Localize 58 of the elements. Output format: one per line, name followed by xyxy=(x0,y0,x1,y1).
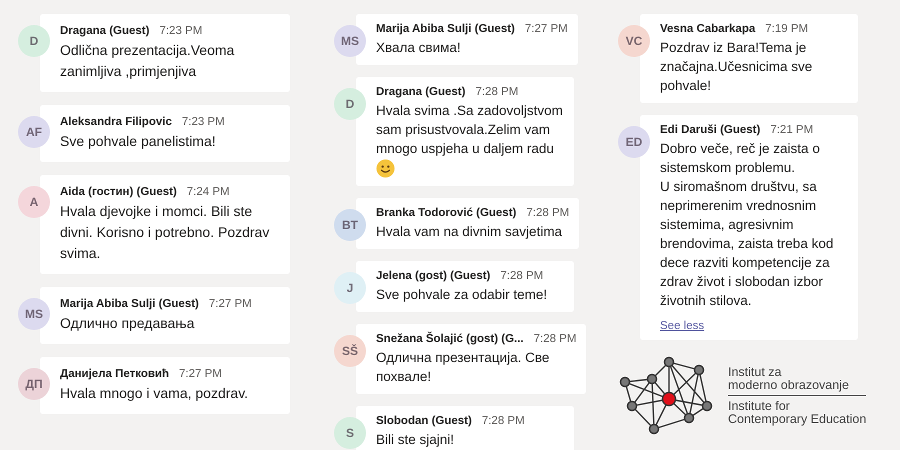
author-name: Snežana Šolajić (gost) (G... xyxy=(376,333,524,345)
message-text: Hvala svima .Sa zadovoljstvom sam prisustvovala.Zelim vam mnogo uspjeha u daljem radu xyxy=(376,102,564,158)
timestamp: 7:28 PM xyxy=(475,86,518,98)
author-name: Aida (гостин) (Guest) xyxy=(60,186,177,198)
message-text: Hvala djevojke i momci. Bili ste divni. Korisno i potrebno. Pozdrav svima. xyxy=(60,202,270,263)
network-logo-icon xyxy=(618,356,714,436)
timestamp: 7:28 PM xyxy=(526,207,570,219)
timestamp: 7:28 PM xyxy=(500,270,544,282)
author-name: Marija Abiba Sulji (Guest) xyxy=(376,23,515,35)
logo-text: Institut za xyxy=(728,366,782,379)
timestamp: 7:23 PM xyxy=(182,116,225,128)
author-name: Slobodan (Guest) xyxy=(376,415,472,427)
avatar: MS xyxy=(18,298,50,330)
avatar: MS xyxy=(334,25,366,57)
avatar: ED xyxy=(618,126,650,158)
avatar: SŠ xyxy=(334,335,366,367)
timestamp: 7:28 PM xyxy=(482,415,525,427)
message-text: Odlična prezentacija.Veoma zanimljiva ,primjenjiva xyxy=(60,41,236,81)
message-text: Одлична презентација. Све похвале! xyxy=(376,349,550,386)
avatar: AF xyxy=(18,116,50,148)
message-text: Hvala mnogo i vama, pozdrav. xyxy=(60,384,250,403)
timestamp: 7:24 PM xyxy=(186,186,230,198)
author-name: Jelena (gost) (Guest) xyxy=(376,270,490,282)
author-name: Dragana (Guest) xyxy=(376,86,466,98)
author-name: Edi Daruši (Guest) xyxy=(660,124,760,136)
logo-text: moderno obrazovanje xyxy=(728,379,850,392)
avatar: BT xyxy=(334,209,366,241)
avatar: D xyxy=(18,25,50,57)
message-text: Pozdrav iz Bara!Tema je značajna.Učesnicima sve pohvale! xyxy=(660,39,814,95)
message-text: Sve pohvale panelistima! xyxy=(60,132,217,151)
logo-text: Contemporary Education xyxy=(728,413,866,426)
avatar: D xyxy=(334,88,366,120)
avatar: VC xyxy=(618,25,650,57)
timestamp: 7:27 PM xyxy=(208,298,252,310)
message-text: Dobro veče, reč je zaista o sistemskom problemu. U siromašnom društvu, sa neprimerenim vrednosnim sistemima, agresivnim brendovima, zaista treba kod dece razviti kompetencije za zdrav život i slobodan izbor životnih stilova. xyxy=(660,140,834,310)
logo-text: Institute for xyxy=(728,400,791,413)
avatar: ДП xyxy=(18,368,50,400)
timestamp: 7:19 PM xyxy=(765,23,808,35)
see-less-link[interactable]: See less xyxy=(660,320,704,332)
author-name: Marija Abiba Sulji (Guest) xyxy=(60,298,199,310)
message-text: Hvala vam na divnim savjetima xyxy=(376,223,564,241)
timestamp: 7:27 PM xyxy=(524,23,568,35)
author-name: Aleksandra Filipovic xyxy=(60,116,172,128)
avatar: S xyxy=(334,417,366,449)
timestamp: 7:28 PM xyxy=(534,333,576,345)
avatar: A xyxy=(18,186,50,218)
timestamp: 7:27 PM xyxy=(179,368,222,380)
message-text: Bili ste sjajni! xyxy=(376,431,456,449)
message-text: Хвала свима! xyxy=(376,39,462,57)
message-text: Одлично предавања xyxy=(60,314,196,333)
timestamp: 7:23 PM xyxy=(159,25,202,37)
timestamp: 7:21 PM xyxy=(770,124,814,136)
avatar: J xyxy=(334,272,366,304)
author-name: Branka Todorović (Guest) xyxy=(376,207,516,219)
author-name: Данијела Петковић xyxy=(60,368,170,380)
message-text: Sve pohvale za odabir teme! xyxy=(376,286,548,304)
author-name: Vesna Cabarkapa xyxy=(660,23,756,35)
author-name: Dragana (Guest) xyxy=(60,25,150,37)
